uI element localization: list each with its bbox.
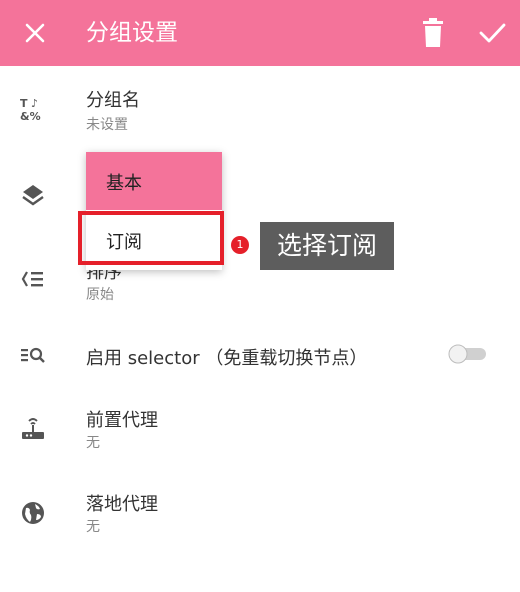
globe-icon (22, 502, 44, 524)
setting-value: 无 (86, 519, 100, 535)
check-icon[interactable] (476, 18, 508, 48)
setting-title: 启用 selector （免重载切换节点） (86, 348, 368, 369)
setting-value: 原始 (86, 287, 114, 303)
svg-text:T: T (20, 97, 28, 110)
selector-toggle[interactable] (448, 344, 488, 364)
setting-row-group-name[interactable]: T ♪ &% 分组名 未设置 (0, 72, 520, 142)
svg-text:&%: &% (20, 110, 41, 122)
close-icon[interactable] (20, 18, 50, 48)
setting-title: 分组名 (86, 90, 140, 111)
annotation-step-badge: 1 (231, 236, 249, 254)
setting-title: 前置代理 (86, 410, 158, 431)
delete-icon[interactable] (420, 17, 446, 49)
search-list-icon (21, 347, 45, 363)
app-bar: 分组设置 (0, 0, 520, 66)
setting-value: 无 (86, 435, 100, 451)
annotation-highlight-box (78, 211, 224, 265)
layers-icon (22, 185, 44, 206)
setting-row-selector[interactable]: 启用 selector （免重载切换节点） (0, 330, 520, 380)
setting-value: 未设置 (86, 117, 128, 133)
page-title: 分组设置 (86, 20, 178, 46)
setting-row-landing-proxy[interactable]: 落地代理 无 (0, 484, 520, 554)
text-format-icon: T ♪ &% (20, 97, 41, 122)
setting-row-front-proxy[interactable]: 前置代理 无 (0, 398, 520, 468)
router-icon (22, 418, 44, 439)
menu-option-basic[interactable]: 基本 (86, 152, 222, 210)
setting-title: 落地代理 (86, 494, 158, 515)
sort-icon (21, 271, 43, 287)
svg-text:♪: ♪ (31, 97, 38, 110)
annotation-callout: 选择订阅 (260, 222, 394, 270)
menu-option-label: 基本 (106, 173, 142, 194)
